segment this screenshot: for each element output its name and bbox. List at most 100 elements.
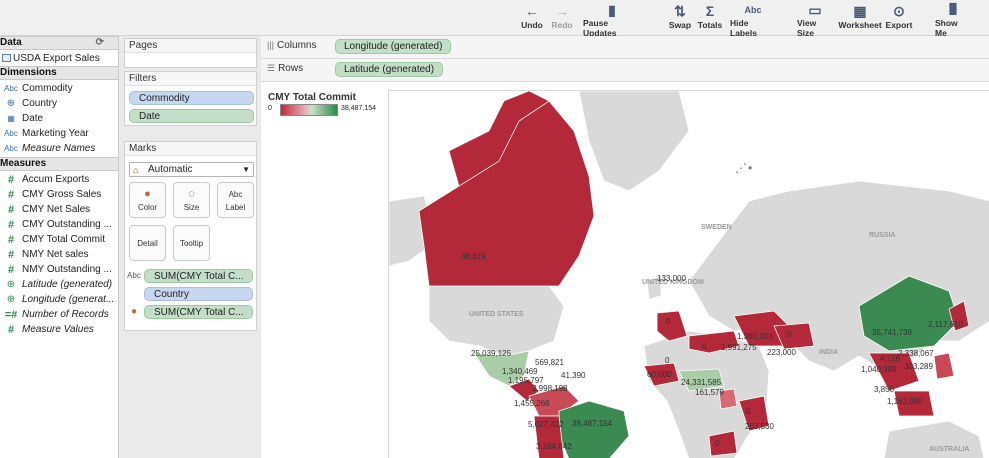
measure-type-icon: # [7,203,15,216]
label-label: Label [225,203,246,212]
marks-field-color-sum[interactable]: SUM(CMY Total C... [144,305,253,319]
hide-labels-button[interactable]: Abc Hide Labels [730,3,776,38]
rows-pill-latitude[interactable]: Latitude (generated) [335,62,444,77]
view-size-button[interactable]: ▭ View Size [797,3,833,38]
map-label: 41,390 [561,371,586,380]
show-me-button[interactable]: ▐▌ Show Me [935,3,971,38]
rows-shelf[interactable]: ☰ Rows Latitude (generated) [261,59,989,82]
dim-field-marketing-year[interactable]: Abc Marketing Year [0,126,118,141]
meas-field-accum-exports[interactable]: # Accum Exports [0,172,118,187]
meas-field-nmy-outstanding[interactable]: # NMY Outstanding ... [0,262,118,277]
dim-field-country[interactable]: ⊕ Country [0,96,118,111]
color-legend[interactable]: CMY Total Commit 0 38,487,154 [268,92,383,118]
detail-label: Detail [137,238,158,248]
label-button[interactable]: Abc Label [217,182,254,218]
data-header-label: Data [0,37,22,48]
meas-field-cmy-outstanding[interactable]: # CMY Outstanding ... [0,217,118,232]
redo-button[interactable]: → Redo [551,3,573,33]
columns-shelf[interactable]: ||| Columns Longitude (generated) [261,36,989,59]
pause-updates-button[interactable]: ▮ Pause Updates [583,2,641,38]
worksheet-button[interactable]: ▦ Worksheet [838,3,882,33]
redo-icon: → [555,3,569,19]
totals-button[interactable]: Σ Totals [697,3,723,33]
label-icon: Abc [228,190,243,199]
color-icon: ● [144,188,151,200]
legend-title: CMY Total Commit [268,92,356,103]
columns-icon: ||| [267,40,275,50]
map-label: 2,998,198 [532,384,568,393]
legend-scale: 0 38,487,154 [268,104,383,118]
map-label: 303,289 [904,362,933,371]
shelves-column: Pages Filters Commodity Date Marks ⌂ Aut… [119,36,261,458]
meas-field-nmy-net-sales[interactable]: # NMY Net sales [0,247,118,262]
undo-icon: ← [525,3,539,19]
field-label: NMY Outstanding ... [22,264,112,275]
place-label-india: INDIA [819,349,838,356]
map-label: 25,039,125 [471,349,512,358]
color-button[interactable]: ● Color [129,182,166,218]
size-label: Size [183,203,200,212]
meas-field-longitude-generat[interactable]: ⊕ Longitude (generat... [0,292,118,307]
undo-label: Undo [521,20,543,30]
meas-field-latitude-generated[interactable]: ⊕ Latitude (generated) [0,277,118,292]
toolbar: ← Undo → Redo ▮ Pause Updates ⇅ Swap Σ T… [0,0,989,38]
meas-field-cmy-net-sales[interactable]: # CMY Net Sales [0,202,118,217]
measure-type-icon: # [7,173,15,186]
field-label: Number of Records [22,309,109,320]
meas-field-measure-values[interactable]: # Measure Values [0,322,118,337]
globe-type-icon: ⊕ [6,279,16,290]
show-me-icon: ▐▌ [945,4,961,15]
field-label: Measure Values [22,324,94,335]
rows-icon: ☰ [267,63,276,73]
worksheet-icon: ▦ [853,3,867,19]
worksheet-area: ||| Columns Longitude (generated) ☰ Rows L… [261,36,989,458]
meas-field-cmy-total-commit[interactable]: # CMY Total Commit [0,232,118,247]
columns-pill-longitude[interactable]: Longitude (generated) [335,39,452,54]
map-label: 1,163,050 [887,397,923,406]
marks-field-label-sum[interactable]: SUM(CMY Total C... [144,269,253,283]
dim-field-measure-names[interactable]: Abc Measure Names [0,141,118,156]
field-label: Accum Exports [22,174,90,185]
data-source-item[interactable]: USDA Export Sales [0,50,118,66]
measures-header: Measures [0,157,118,171]
marks-title: Marks [125,142,256,156]
swap-button[interactable]: ⇅ Swap [669,3,691,33]
dimension-type-icon: ▦ [7,114,15,123]
size-button[interactable]: ◌ Size [173,182,210,218]
dimensions-header-label: Dimensions [0,67,57,78]
map-label: 1,991,275 [721,343,757,352]
export-button[interactable]: ⊙ Export [884,3,914,33]
filter-pill-date[interactable]: Date [129,109,254,123]
legend-max: 38,487,154 [341,105,377,112]
dim-field-commodity[interactable]: Abc Commodity [0,81,118,96]
dim-field-date[interactable]: ▦ Date [0,111,118,126]
filter-pill-commodity[interactable]: Commodity [129,91,254,105]
map-label: 223,000 [767,348,796,357]
map-label: 0 [787,330,792,339]
marks-field-detail-country[interactable]: Country [144,287,253,301]
detail-button[interactable]: Detail [129,225,166,261]
undo-button[interactable]: ← Undo [521,3,543,33]
tooltip-button[interactable]: Tooltip [173,225,210,261]
field-label: Marketing Year [22,128,89,139]
refresh-icon[interactable]: ⟳ [96,37,104,49]
map-label: 38,619 [461,252,486,261]
meas-field-number-of-records[interactable]: =# Number of Records [0,307,118,322]
totals-icon: Σ [705,3,715,19]
world-map[interactable]: SWEDEN RUSSIA UNITED KINGDOM UNITED STAT… [388,90,989,458]
worksheet-label: Worksheet [838,20,882,30]
measure-type-icon: # [7,188,15,201]
hide-labels-label: Hide Labels [730,18,757,38]
redo-label: Redo [551,20,573,30]
meas-field-cmy-gross-sales[interactable]: # CMY Gross Sales [0,187,118,202]
pause-updates-icon: ▮ [608,2,616,18]
export-label: Export [885,20,913,30]
data-source-icon [2,54,11,62]
field-label: NMY Net sales [22,249,89,260]
pause-updates-label: Pause Updates [583,18,617,38]
map-label: 38,487,154 [572,419,613,428]
globe-type-icon: ⊕ [6,294,16,305]
field-label: Measure Names [22,143,96,154]
mark-type-select[interactable]: ⌂ Automatic ▼ [129,162,254,177]
field-label: Latitude (generated) [22,279,113,290]
